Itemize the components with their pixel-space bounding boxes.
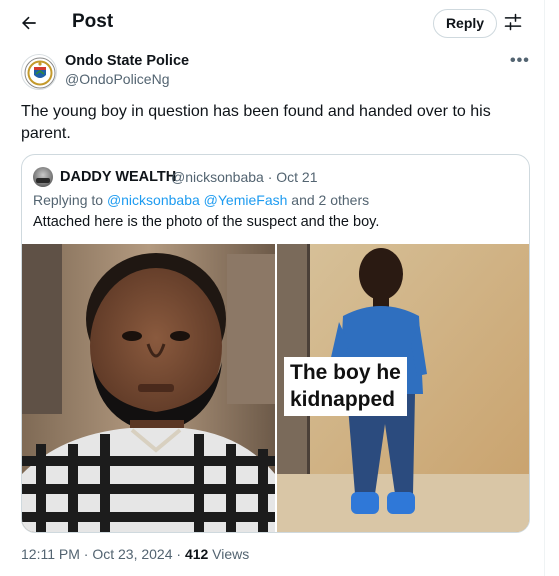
author-name[interactable]: Ondo State Police [65, 53, 189, 69]
views-label: Views [208, 546, 250, 562]
suspect-photo-art [22, 244, 275, 532]
arrow-left-icon [22, 16, 36, 30]
sliders-icon [504, 13, 522, 31]
post-timestamp[interactable]: 12:11 PM · Oct 23, 2024 · [21, 546, 185, 562]
quoted-post[interactable]: DADDY WEALTH @nicksonbaba · Oct 21 Reply… [21, 154, 530, 533]
post-metadata: 12:11 PM · Oct 23, 2024 · 412 Views [21, 546, 249, 562]
post-page: Post Reply Ondo State Police @OndoPolice… [0, 0, 545, 576]
quoted-handle-date: @nicksonbaba · Oct 21 [171, 169, 318, 185]
reply-button[interactable]: Reply [433, 9, 497, 38]
view-settings-button[interactable] [503, 12, 525, 34]
ellipsis-icon: ••• [510, 52, 530, 69]
more-options-button[interactable]: ••• [510, 52, 532, 70]
caption-line-2: kidnapped [290, 388, 396, 411]
author-avatar[interactable] [21, 54, 57, 90]
police-crest-icon [24, 57, 56, 89]
caption-line-1: The boy he [290, 361, 401, 384]
replying-prefix: Replying to [33, 192, 107, 208]
replying-suffix: and 2 others [287, 192, 370, 208]
views-count: 412 [184, 546, 209, 562]
quoted-text: Attached here is the photo of the suspec… [33, 214, 380, 230]
quoted-author-name: DADDY WEALTH [60, 169, 177, 185]
back-button[interactable] [14, 9, 44, 37]
replying-users-link[interactable]: @nicksonbaba @YemieFash [107, 192, 287, 208]
suspect-photo[interactable] [22, 244, 275, 532]
post-header: Post Reply [0, 0, 545, 46]
replying-to: Replying to @nicksonbaba @YemieFash and … [33, 192, 369, 208]
quoted-author-avatar[interactable] [33, 167, 53, 187]
page-title: Post [72, 11, 114, 32]
author-handle[interactable]: @OndoPoliceNg [65, 71, 170, 87]
photo-caption: The boy he kidnapped [284, 357, 407, 416]
tweet-text: The young boy in question has been found… [21, 103, 491, 142]
